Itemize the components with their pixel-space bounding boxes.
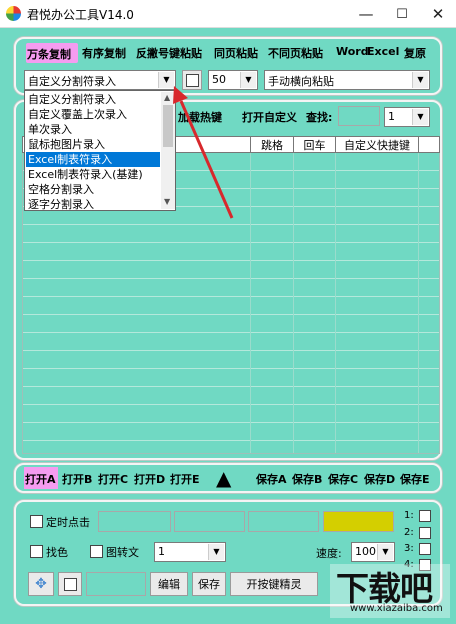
timer-click-label: 定时点击 xyxy=(46,516,90,529)
side-label-1: 1: xyxy=(404,510,414,521)
save-c-button[interactable]: 保存C xyxy=(328,471,358,487)
image-to-text-checkbox[interactable] xyxy=(90,545,103,558)
timer-field-3[interactable] xyxy=(248,511,319,532)
crosshair-icon[interactable]: ✥ xyxy=(28,572,54,596)
open-a-button[interactable]: 打开A xyxy=(24,467,58,489)
find-color-label: 找色 xyxy=(46,546,68,559)
watermark-url: www.xiazaiba.com xyxy=(350,603,443,614)
start-key-wizard-button[interactable]: 开按键精灵 xyxy=(230,572,318,596)
speed-select-value: 100 xyxy=(355,545,376,558)
color-swatch[interactable] xyxy=(323,511,394,532)
small-option-button[interactable] xyxy=(58,572,82,596)
open-e-button[interactable]: 打开E xyxy=(170,471,200,487)
speed-select[interactable]: 100 ▼ xyxy=(351,542,395,562)
save-b-button[interactable]: 保存B xyxy=(292,471,322,487)
chevron-down-icon[interactable]: ▼ xyxy=(208,544,224,560)
chevron-down-icon[interactable]: ▼ xyxy=(377,544,393,560)
speed-label: 速度: xyxy=(316,547,342,560)
image-to-text-label: 图转文 xyxy=(106,546,139,559)
side-checkbox-3[interactable] xyxy=(419,543,431,555)
timer-field-2[interactable] xyxy=(174,511,245,532)
key-field[interactable] xyxy=(86,572,146,596)
side-checkbox-2[interactable] xyxy=(419,527,431,539)
open-b-button[interactable]: 打开B xyxy=(62,471,92,487)
side-label-2: 2: xyxy=(404,527,414,538)
edit-button[interactable]: 编辑 xyxy=(150,572,188,596)
side-checkbox-1[interactable] xyxy=(419,510,431,522)
open-d-button[interactable]: 打开D xyxy=(134,471,165,487)
save-button[interactable]: 保存 xyxy=(192,572,226,596)
save-a-button[interactable]: 保存A xyxy=(256,471,287,487)
save-e-button[interactable]: 保存E xyxy=(400,471,430,487)
up-arrow-icon[interactable]: ▲ xyxy=(216,466,231,490)
option-select[interactable]: 1 ▼ xyxy=(154,542,226,562)
timer-click-checkbox[interactable] xyxy=(30,515,43,528)
small-option-checkbox[interactable] xyxy=(63,577,77,591)
timer-field-1[interactable] xyxy=(98,511,171,532)
open-c-button[interactable]: 打开C xyxy=(98,471,128,487)
side-label-3: 3: xyxy=(404,543,414,554)
option-select-value: 1 xyxy=(158,545,165,558)
save-d-button[interactable]: 保存D xyxy=(364,471,395,487)
find-color-checkbox[interactable] xyxy=(30,545,43,558)
